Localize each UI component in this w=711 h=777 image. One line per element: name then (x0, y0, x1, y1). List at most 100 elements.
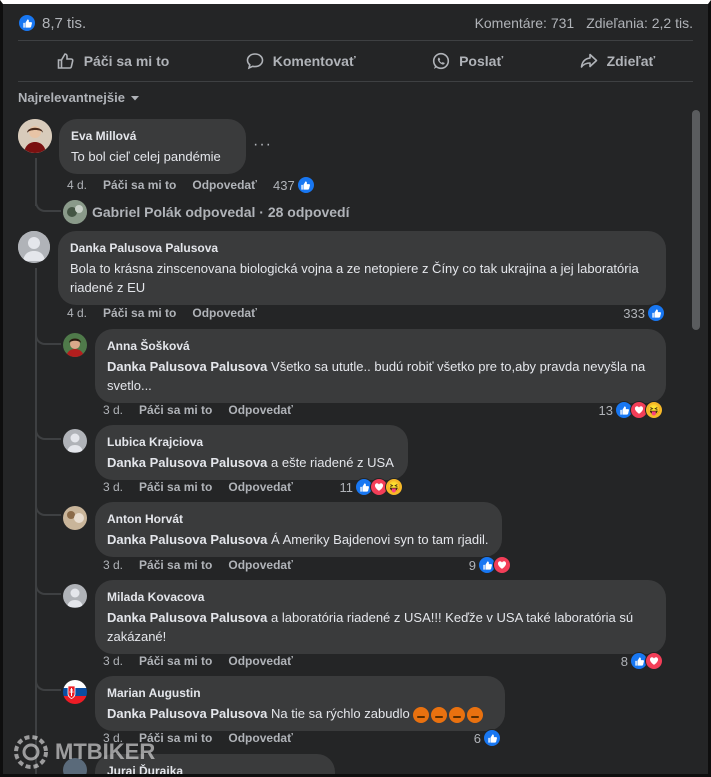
mention-link[interactable]: Danka Palusova Palusova (107, 610, 267, 625)
reply-reply-link[interactable]: Odpovedať (228, 403, 292, 417)
scrollbar-thumb[interactable] (692, 110, 700, 330)
mention-link[interactable]: Danka Palusova Palusova (107, 532, 267, 547)
gear-logo-icon (14, 735, 48, 769)
comment-reactions[interactable]: 333 (623, 304, 665, 322)
reply-meta: 3 d. Páči sa mi to Odpovedať 6 (103, 729, 501, 747)
reply-author[interactable]: Milada Kovacova (107, 588, 654, 607)
send-button[interactable]: Poslať (421, 45, 513, 77)
reply-reactions[interactable]: 6 (474, 729, 501, 747)
reaction-count: 9 (468, 557, 476, 573)
angry-emoji-icon (413, 706, 430, 723)
reaction-count: 333 (623, 305, 645, 321)
comment-bubble: Milada Kovacova Danka Palusova Palusova … (95, 580, 666, 654)
reply-like-link[interactable]: Páči sa mi to (139, 403, 212, 417)
haha-reaction-icon: 😝 (645, 401, 663, 419)
send-button-label: Poslať (459, 53, 504, 69)
reply-reactions[interactable]: 8 (621, 652, 663, 670)
comment-bubble: Danka Palusova Palusova Bola to krásna z… (58, 231, 666, 305)
reply-like-link[interactable]: Páči sa mi to (139, 654, 212, 668)
thread-line (35, 500, 61, 516)
reply-like-link[interactable]: Páči sa mi to (139, 558, 212, 572)
comment-bubble: Anna Šošková Danka Palusova Palusova Vše… (95, 329, 666, 403)
divider (18, 40, 693, 41)
shares-count[interactable]: Zdieľania: 2,2 tis. (586, 15, 693, 31)
sort-dropdown[interactable]: Najrelevantnejšie (18, 90, 141, 105)
angry-emoji-icon (431, 706, 448, 723)
reply-meta: 3 d. Páči sa mi to Odpovedať 11 😝 (103, 478, 403, 496)
reply-author[interactable]: Anton Horvát (107, 510, 490, 529)
comment-meta: 4 d. Páči sa mi to Odpovedať 333 (67, 304, 665, 322)
comments-count[interactable]: Komentáre: 731 (475, 15, 575, 31)
reply-reply-link[interactable]: Odpovedať (228, 558, 292, 572)
reply-meta: 3 d. Páči sa mi to Odpovedať 13 😝 (103, 401, 663, 419)
replies-summary[interactable]: Gabriel Polák odpovedal · 28 odpovedí (63, 200, 350, 224)
reply-reply-link[interactable]: Odpovedať (228, 480, 292, 494)
avatar[interactable] (63, 429, 87, 453)
avatar[interactable] (63, 333, 87, 357)
like-button-label: Páči sa mi to (83, 53, 170, 69)
angry-emoji-icon (467, 706, 484, 723)
reply-time[interactable]: 3 d. (103, 403, 123, 417)
reply: Milada Kovacova Danka Palusova Palusova … (63, 580, 666, 654)
reply-reactions[interactable]: 9 (469, 556, 511, 574)
sort-label: Najrelevantnejšie (18, 90, 125, 105)
comment-meta: 4 d. Páči sa mi to Odpovedať 437 (67, 176, 327, 194)
reply-time[interactable]: 3 d. (103, 654, 123, 668)
mention-link[interactable]: Danka Palusova Palusova (107, 706, 267, 721)
comment-reply-link[interactable]: Odpovedať (192, 178, 256, 192)
thread-line (35, 579, 61, 595)
thread-line (35, 675, 61, 691)
like-button[interactable]: Páči sa mi to (46, 45, 180, 77)
comment-reply-link[interactable]: Odpovedať (192, 306, 256, 320)
comment-author[interactable]: Eva Millová (71, 127, 234, 146)
avatar[interactable] (18, 119, 52, 153)
comment-like-link[interactable]: Páči sa mi to (103, 178, 176, 192)
love-reaction-icon (493, 556, 511, 574)
slovak-flag-avatar[interactable] (63, 680, 87, 704)
post-actions: Páči sa mi to Komentovať Poslať Zdieľať (18, 42, 693, 80)
reply-reactions[interactable]: 13 😝 (599, 401, 663, 419)
mention-link[interactable]: Danka Palusova Palusova (107, 359, 267, 374)
reaction-count: 13 (598, 402, 613, 418)
comment-time[interactable]: 4 d. (67, 178, 87, 192)
share-button[interactable]: Zdieľať (569, 45, 666, 77)
comment-bubble: Eva Millová To bol cieľ celej pandémie (59, 119, 246, 174)
mention-link[interactable]: Danka Palusova Palusova (107, 455, 267, 470)
likes-count[interactable]: 8,7 tis. (42, 15, 86, 32)
like-reaction-icon (647, 304, 665, 322)
divider (18, 81, 693, 82)
reply-reactions[interactable]: 11 😝 (339, 478, 403, 496)
reply-author[interactable]: Lubica Krajciova (107, 433, 396, 452)
reply-reply-link[interactable]: Odpovedať (228, 731, 292, 745)
comment-like-link[interactable]: Páči sa mi to (103, 306, 176, 320)
reply: Anna Šošková Danka Palusova Palusova Vše… (63, 329, 666, 403)
like-reaction-icon (483, 729, 501, 747)
avatar[interactable] (63, 506, 87, 530)
like-reaction-icon[interactable] (18, 14, 36, 32)
reply-author[interactable]: Marian Augustin (107, 684, 493, 703)
comment-reactions[interactable]: 437 (273, 176, 315, 194)
comment-author[interactable]: Danka Palusova Palusova (70, 239, 654, 258)
reply: Lubica Krajciova Danka Palusova Palusova… (63, 425, 408, 480)
reaction-count: 11 (339, 479, 354, 495)
comment-button[interactable]: Komentovať (235, 45, 366, 77)
comment-button-label: Komentovať (272, 53, 356, 69)
reply-meta: 3 d. Páči sa mi to Odpovedať 9 (103, 556, 511, 574)
thread-line (35, 329, 61, 345)
thread-line (35, 268, 37, 774)
reply-author[interactable]: Anna Šošková (107, 337, 654, 356)
avatar[interactable] (18, 231, 50, 263)
reply-reply-link[interactable]: Odpovedať (228, 654, 292, 668)
reply-time[interactable]: 3 d. (103, 480, 123, 494)
replies-summary-text: Gabriel Polák odpovedal · 28 odpovedí (92, 204, 350, 220)
comment-time[interactable]: 4 d. (67, 306, 87, 320)
reply-like-link[interactable]: Páči sa mi to (139, 480, 212, 494)
watermark-text: MTBIKER (55, 739, 156, 764)
more-options-icon[interactable]: ··· (253, 136, 272, 154)
comment-bubble: Lubica Krajciova Danka Palusova Palusova… (95, 425, 408, 480)
whatsapp-icon (432, 52, 450, 70)
reaction-count: 6 (473, 730, 481, 746)
avatar[interactable] (63, 584, 87, 608)
reply-time[interactable]: 3 d. (103, 558, 123, 572)
reply-text: a ešte riadené z USA (267, 455, 394, 470)
